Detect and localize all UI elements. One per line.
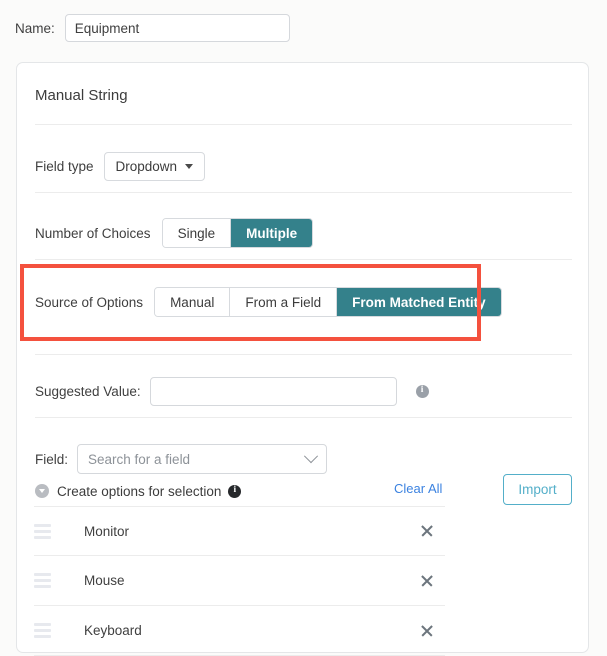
chevron-down-icon (303, 449, 319, 464)
list-item[interactable]: Monitor (34, 506, 445, 556)
list-item[interactable]: Mouse (34, 556, 445, 606)
divider-number-of-choices (35, 259, 572, 260)
card-title: Manual String (35, 87, 128, 104)
divider-top (35, 124, 572, 125)
option-label: Monitor (84, 523, 130, 539)
field-search-select[interactable]: Search for a field (77, 444, 328, 474)
source-from-a-field-button[interactable]: From a Field (230, 288, 338, 316)
option-label: Keyboard (84, 623, 142, 638)
divider-suggested-value (35, 417, 572, 418)
field-type-select[interactable]: Dropdown (103, 151, 206, 181)
choice-multiple-button[interactable]: Multiple (231, 219, 313, 247)
suggested-value-label: Suggested Value: (35, 383, 141, 399)
create-options-info-icon[interactable]: i (228, 484, 242, 498)
divider-source-of-options (35, 354, 572, 355)
close-icon[interactable] (419, 573, 435, 589)
suggested-value-info-icon[interactable]: i (415, 384, 429, 398)
caret-down-icon (185, 163, 194, 169)
close-icon[interactable] (419, 523, 435, 539)
collapse-circle-icon[interactable] (35, 484, 49, 498)
name-row: Name: (0, 0, 607, 56)
field-type-label: Field type (35, 158, 94, 174)
clear-all-link[interactable]: Clear All (394, 481, 442, 496)
number-of-choices-label: Number of Choices (35, 225, 151, 241)
source-from-matched-entity-button[interactable]: From Matched Entity (337, 288, 501, 316)
create-options-header: Create options for selection i (35, 474, 242, 508)
field-search-label: Field: (35, 451, 69, 467)
divider-field-type (35, 192, 572, 193)
field-type-row: Field type Dropdown (35, 142, 206, 190)
options-list: Monitor Mouse Keyboard (34, 506, 445, 656)
suggested-value-input[interactable] (149, 376, 397, 406)
suggested-value-row: Suggested Value: i (35, 367, 429, 415)
source-of-options-label: Source of Options (35, 294, 144, 310)
list-item[interactable]: Keyboard (34, 606, 445, 656)
number-of-choices-row: Number of Choices Single Multiple (35, 209, 314, 257)
drag-handle-icon[interactable] (34, 573, 51, 588)
field-type-value: Dropdown (115, 158, 178, 174)
choice-single-button[interactable]: Single (162, 219, 232, 247)
source-of-options-row: Source of Options Manual From a Field Fr… (35, 276, 502, 328)
close-icon[interactable] (419, 623, 435, 639)
drag-handle-icon[interactable] (34, 523, 51, 539)
drag-handle-icon[interactable] (34, 623, 51, 638)
option-label: Mouse (84, 573, 125, 588)
name-input[interactable] (64, 14, 290, 42)
source-of-options-toggle[interactable]: Manual From a Field From Matched Entity (154, 287, 502, 317)
field-search-placeholder: Search for a field (88, 451, 191, 467)
name-label: Name: (15, 20, 55, 36)
create-options-label: Create options for selection (57, 483, 222, 499)
number-of-choices-toggle[interactable]: Single Multiple (161, 218, 314, 248)
source-manual-button[interactable]: Manual (155, 288, 231, 316)
import-button[interactable]: Import (503, 474, 572, 505)
